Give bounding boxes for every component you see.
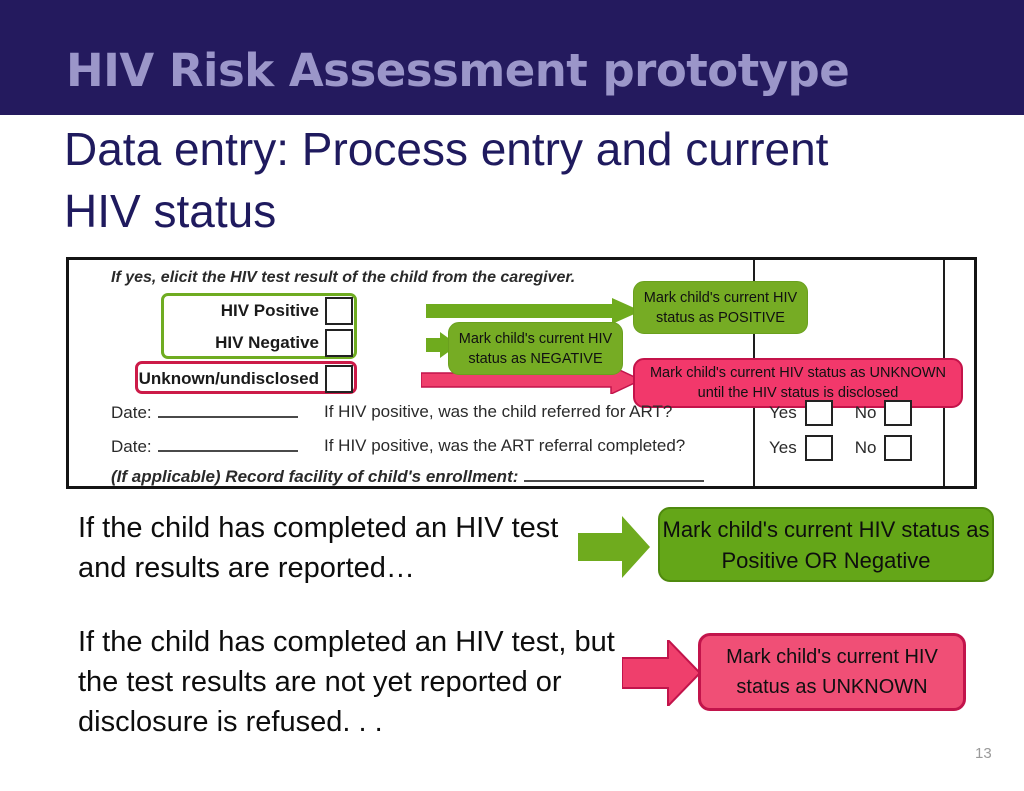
- no-label-2: No: [854, 438, 877, 457]
- date-row-2[interactable]: Date:: [111, 436, 298, 457]
- checkbox-no-2[interactable]: [884, 435, 913, 461]
- option-row-hiv-negative[interactable]: HIV Negative: [165, 328, 353, 358]
- question-art-referred: If HIV positive, was the child referred …: [324, 402, 673, 421]
- explanation-text-1: If the child has completed an HIV test a…: [78, 512, 559, 584]
- page-title: HIV Risk Assessment prototype: [66, 44, 850, 97]
- checkbox-hiv-negative[interactable]: [325, 329, 353, 357]
- form-screenshot: If yes, elicit the HIV test result of th…: [66, 257, 977, 489]
- option-label-hiv-negative: HIV Negative: [215, 333, 319, 352]
- form-caption: If yes, elicit the HIV test result of th…: [111, 269, 576, 286]
- arrow-right-pink-large-icon: [622, 640, 700, 706]
- date-label-1: Date:: [111, 403, 152, 422]
- checkbox-yes-2[interactable]: [804, 435, 833, 461]
- yes-label-2: Yes: [769, 438, 797, 457]
- facility-enrollment-input[interactable]: [524, 466, 705, 482]
- callout-mark-negative: Mark child's current HIV status as NEGAT…: [448, 322, 623, 375]
- option-row-hiv-positive[interactable]: HIV Positive: [165, 296, 353, 326]
- callout-unknown-status: Mark child's current HIV status as UNKNO…: [698, 633, 966, 711]
- no-label-1: No: [854, 403, 877, 422]
- yes-no-row-2[interactable]: Yes No: [769, 435, 934, 461]
- header-band: HIV Risk Assessment prototype: [0, 0, 1024, 115]
- date-input-1[interactable]: [157, 402, 298, 418]
- arrow-right-green-positive-icon: [426, 298, 641, 324]
- date-row-1[interactable]: Date:: [111, 402, 298, 423]
- explanation-text-2: If the child has completed an HIV test, …: [78, 626, 615, 738]
- checkbox-no-1[interactable]: [884, 400, 913, 426]
- option-label-hiv-positive: HIV Positive: [220, 301, 319, 320]
- callout-positive-or-negative: Mark child's current HIV status as Posit…: [658, 507, 994, 582]
- option-label-unknown-undisclosed: Unknown/undisclosed: [138, 369, 319, 388]
- date-input-2[interactable]: [157, 436, 298, 452]
- callout-mark-positive: Mark child's current HIV status as POSIT…: [633, 281, 808, 334]
- slide-number: 13: [975, 745, 992, 762]
- yes-label-1: Yes: [769, 403, 797, 422]
- facility-enrollment-label: (If applicable) Record facility of child…: [111, 467, 519, 486]
- arrow-right-green-large-icon: [578, 516, 650, 578]
- question-art-referral-completed: If HIV positive, was the ART referral co…: [324, 436, 686, 455]
- slide: HIV Risk Assessment prototype Data entry…: [0, 0, 1024, 791]
- slide-subtitle: Data entry: Process entry and current HI…: [64, 123, 829, 237]
- facility-enrollment-row[interactable]: (If applicable) Record facility of child…: [111, 466, 705, 487]
- yes-no-row-1[interactable]: Yes No: [769, 400, 934, 426]
- option-row-unknown-undisclosed[interactable]: Unknown/undisclosed: [139, 364, 353, 394]
- date-label-2: Date:: [111, 437, 152, 456]
- checkbox-hiv-positive[interactable]: [325, 297, 353, 325]
- checkbox-unknown-undisclosed[interactable]: [325, 365, 353, 393]
- checkbox-yes-1[interactable]: [804, 400, 833, 426]
